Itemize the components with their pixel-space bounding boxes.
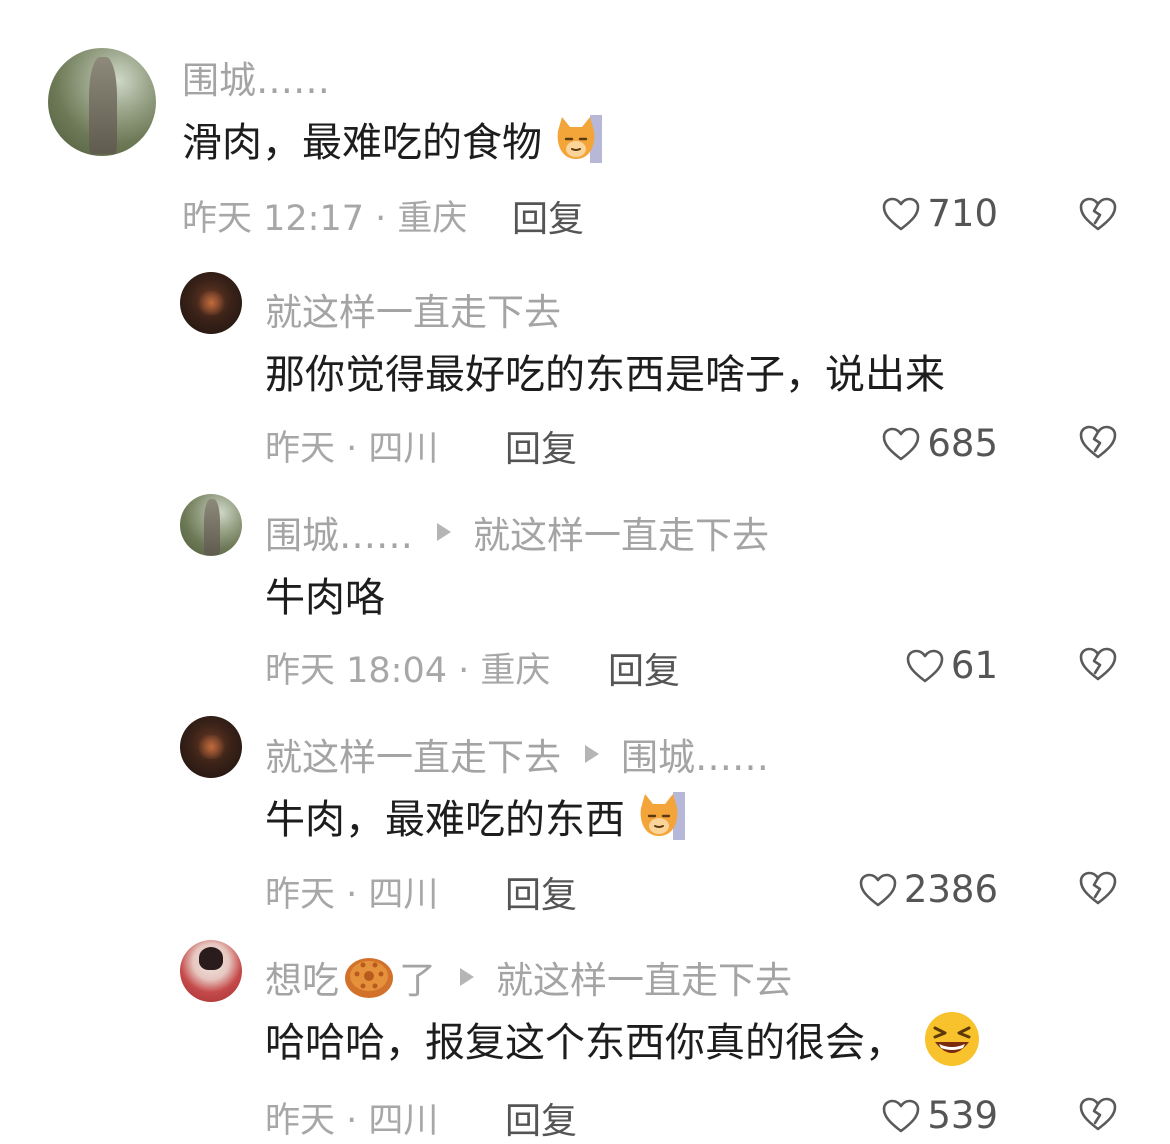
- time-location: 昨天 · 四川: [265, 875, 439, 915]
- comment-author[interactable]: 围城…… 就这样一直走下去: [265, 505, 769, 559]
- cat-face-emoji-icon: [635, 790, 687, 842]
- comment-text: 哈哈哈，报复这个东西你真的很会，: [265, 1010, 981, 1068]
- mooncake-emoji-icon: [343, 954, 395, 1000]
- time-location: 昨天 18:04 · 重庆: [265, 651, 551, 691]
- broken-heart-icon[interactable]: [1078, 870, 1118, 906]
- reply-arrow-icon: [460, 968, 474, 986]
- author-name[interactable]: 围城……: [265, 505, 413, 559]
- author-name[interactable]: 就这样一直走下去: [265, 282, 561, 336]
- comment-body: 牛肉咯: [265, 575, 385, 621]
- like-button[interactable]: 2386: [858, 868, 998, 911]
- broken-heart-icon[interactable]: [1078, 196, 1118, 232]
- cat-face-emoji-icon: [552, 113, 604, 165]
- like-count: 61: [950, 644, 998, 687]
- reply-button[interactable]: 回复: [505, 420, 577, 472]
- comment-author[interactable]: 就这样一直走下去: [265, 282, 561, 336]
- like-count: 710: [927, 192, 998, 235]
- reply-button[interactable]: 回复: [608, 642, 680, 694]
- broken-heart-icon[interactable]: [1078, 646, 1118, 682]
- like-button[interactable]: 710: [881, 192, 998, 235]
- broken-heart-icon[interactable]: [1078, 424, 1118, 460]
- comment-body: 滑肉，最难吃的食物: [182, 120, 542, 166]
- heart-outline-icon: [881, 426, 921, 462]
- reply-arrow-icon: [585, 745, 599, 763]
- author-name-part[interactable]: 想吃: [265, 950, 339, 1004]
- comment-text: 滑肉，最难吃的食物: [182, 110, 604, 168]
- broken-heart-icon[interactable]: [1078, 1096, 1118, 1132]
- comment-text: 那你觉得最好吃的东西是啥子，说出来: [265, 342, 945, 400]
- comment-author[interactable]: 就这样一直走下去 围城……: [265, 727, 769, 781]
- reply-arrow-icon: [437, 523, 451, 541]
- avatar[interactable]: [48, 48, 156, 156]
- avatar[interactable]: [180, 940, 242, 1002]
- comment-author[interactable]: 想吃 了 就这样一直走下去: [265, 950, 792, 1004]
- author-name[interactable]: 就这样一直走下去: [265, 727, 561, 781]
- heart-outline-icon: [881, 196, 921, 232]
- reply-to-name[interactable]: 就这样一直走下去: [473, 505, 769, 559]
- heart-outline-icon: [881, 1098, 921, 1134]
- heart-outline-icon: [858, 872, 898, 908]
- reply-button[interactable]: 回复: [512, 190, 584, 242]
- author-name-part[interactable]: 了: [399, 950, 436, 1004]
- avatar[interactable]: [180, 494, 242, 556]
- laughing-face-emoji-icon: [923, 1010, 981, 1068]
- like-button[interactable]: 61: [905, 644, 998, 687]
- comment-body: 哈哈哈，报复这个东西你真的很会，: [265, 1020, 905, 1066]
- like-count: 685: [927, 422, 998, 465]
- time-location: 昨天 12:17 · 重庆: [182, 199, 468, 239]
- time-location: 昨天 · 四川: [265, 429, 439, 469]
- avatar[interactable]: [180, 716, 242, 778]
- author-name[interactable]: 围城……: [182, 50, 330, 104]
- heart-outline-icon: [905, 648, 945, 684]
- reply-button[interactable]: 回复: [505, 1092, 577, 1144]
- reply-to-name[interactable]: 就这样一直走下去: [496, 950, 792, 1004]
- like-count: 2386: [903, 868, 998, 911]
- like-button[interactable]: 685: [881, 422, 998, 465]
- comment-body: 那你觉得最好吃的东西是啥子，说出来: [265, 352, 945, 398]
- like-button[interactable]: 539: [881, 1094, 998, 1137]
- avatar[interactable]: [180, 272, 242, 334]
- reply-button[interactable]: 回复: [505, 866, 577, 918]
- like-count: 539: [927, 1094, 998, 1137]
- time-location: 昨天 · 四川: [265, 1101, 439, 1141]
- reply-to-name[interactable]: 围城……: [621, 727, 769, 781]
- comment-author[interactable]: 围城……: [182, 50, 330, 104]
- comment-text: 牛肉咯: [265, 565, 385, 623]
- comment-body: 牛肉，最难吃的东西: [265, 797, 625, 843]
- comment-text: 牛肉，最难吃的东西: [265, 787, 687, 845]
